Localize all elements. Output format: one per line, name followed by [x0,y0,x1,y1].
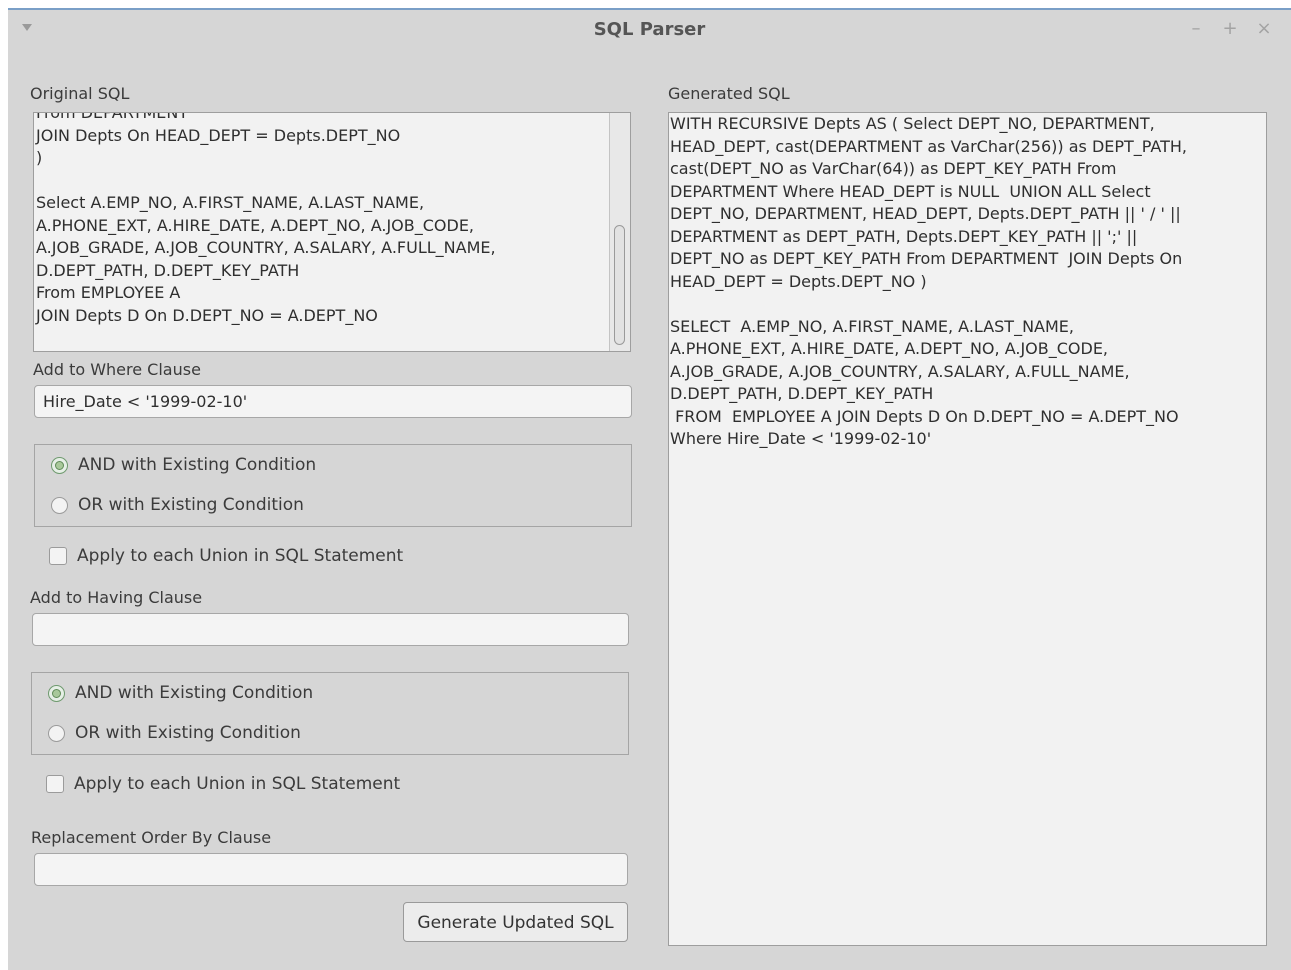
where-clause-label: Add to Where Clause [33,360,201,379]
where-condition-group: AND with Existing Condition OR with Exis… [34,444,632,527]
having-or-option[interactable]: OR with Existing Condition [48,723,301,743]
having-union-label: Apply to each Union in SQL Statement [74,774,401,794]
generated-sql-label: Generated SQL [668,84,790,103]
window-title: SQL Parser [593,19,706,40]
having-and-radio[interactable] [48,684,65,702]
where-union-checkbox[interactable] [49,547,67,565]
maximize-icon[interactable]: + [1220,18,1240,40]
title-bar[interactable]: SQL Parser – + × [8,10,1291,50]
order-by-input[interactable] [34,853,628,886]
original-sql-textarea[interactable]: From DEPARTMENT JOIN Depts On HEAD_DEPT … [33,112,631,352]
where-or-radio[interactable] [51,496,68,514]
where-or-label: OR with Existing Condition [78,495,304,515]
original-sql-text: From DEPARTMENT JOIN Depts On HEAD_DEPT … [36,112,496,325]
having-and-label: AND with Existing Condition [75,683,314,703]
where-and-option[interactable]: AND with Existing Condition [51,455,316,475]
having-clause-input[interactable] [32,613,629,646]
having-clause-label: Add to Having Clause [30,588,203,607]
having-or-radio[interactable] [48,724,65,742]
where-and-label: AND with Existing Condition [78,455,317,475]
generated-sql-text: WITH RECURSIVE Depts AS ( Select DEPT_NO… [670,114,1188,448]
where-clause-input[interactable] [34,385,632,418]
having-union-option[interactable]: Apply to each Union in SQL Statement [46,774,400,794]
having-union-checkbox[interactable] [46,775,64,793]
original-sql-scrollbar[interactable] [609,113,630,351]
having-condition-group: AND with Existing Condition OR with Exis… [31,672,629,755]
close-icon[interactable]: × [1254,18,1274,40]
where-and-radio[interactable] [51,456,68,474]
where-union-label: Apply to each Union in SQL Statement [77,546,404,566]
having-or-label: OR with Existing Condition [75,723,301,743]
order-by-label: Replacement Order By Clause [31,828,272,847]
where-or-option[interactable]: OR with Existing Condition [51,495,304,515]
minimize-icon[interactable]: – [1186,18,1206,40]
generate-sql-button[interactable]: Generate Updated SQL [403,902,628,942]
having-and-option[interactable]: AND with Existing Condition [48,683,313,703]
generated-sql-textarea[interactable]: WITH RECURSIVE Depts AS ( Select DEPT_NO… [668,112,1267,946]
scrollbar-thumb[interactable] [614,225,625,345]
where-union-option[interactable]: Apply to each Union in SQL Statement [49,546,403,566]
app-window: SQL Parser – + × Original SQL From DEPAR… [8,8,1291,970]
original-sql-label: Original SQL [30,84,130,103]
